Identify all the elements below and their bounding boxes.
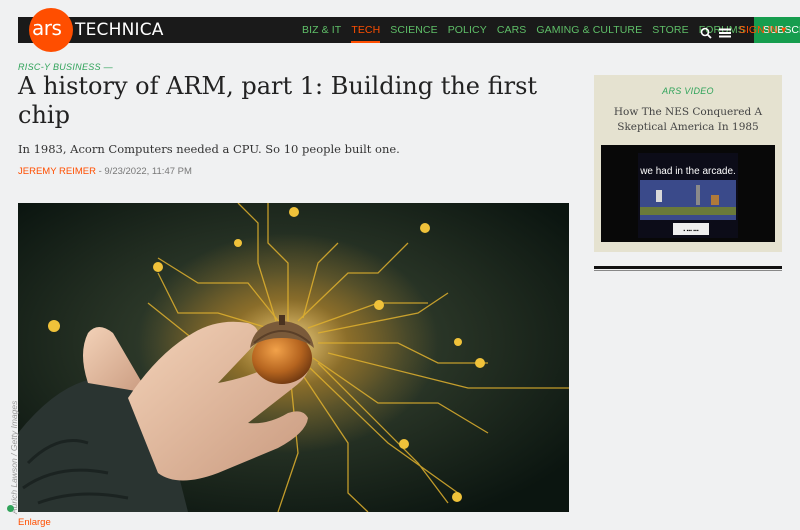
search-icon[interactable] xyxy=(700,24,712,39)
credit-info-icon[interactable] xyxy=(7,505,14,512)
article-headline: A history of ARM, part 1: Building the f… xyxy=(18,72,538,129)
publish-date: - 9/23/2022, 11:47 PM xyxy=(95,166,192,177)
nav-tools: SIGN IN ▾ xyxy=(700,17,786,43)
thumb-caption: we had in the arcade. xyxy=(639,166,736,177)
nav-item-tech[interactable]: TECH xyxy=(346,17,385,43)
hero-image[interactable] xyxy=(18,203,569,512)
thumb-bottom-text: ▪ ▪▪▪ ▪▪▪ xyxy=(683,228,698,234)
video-title[interactable]: How The NES Conquered A Skeptical Americ… xyxy=(604,105,772,135)
nav-item-gaming-culture[interactable]: GAMING & CULTURE xyxy=(531,17,647,43)
sidebar-divider xyxy=(594,266,782,269)
author-link[interactable]: JEREMY REIMER xyxy=(18,166,96,177)
image-credit-text: Aurich Lawson / Getty Images xyxy=(9,400,19,514)
menu-icon[interactable] xyxy=(719,24,731,38)
ars-video-widget: ARS VIDEO How The NES Conquered A Skepti… xyxy=(594,75,782,252)
image-credit: Aurich Lawson / Getty Images xyxy=(7,378,19,514)
sidebar-divider-thin xyxy=(594,270,782,271)
nav-item-store[interactable]: STORE xyxy=(647,17,693,43)
nav-item-science[interactable]: SCIENCE xyxy=(385,17,442,43)
logo-ars-text[interactable]: ars xyxy=(32,16,62,40)
site-header: ars TECHNICA BIZ & IT TECH SCIENCE POLIC… xyxy=(0,0,800,52)
article-dek: In 1983, Acorn Computers needed a CPU. S… xyxy=(18,142,400,156)
nav-item-policy[interactable]: POLICY xyxy=(443,17,492,43)
video-kicker[interactable]: ARS VIDEO xyxy=(594,86,782,96)
article-byline: JEREMY REIMER - 9/23/2022, 11:47 PM xyxy=(18,166,192,177)
nav-item-cars[interactable]: CARS xyxy=(492,17,532,43)
video-thumbnail-art: ▪ ▪▪▪ ▪▪▪ we had in the arcade. xyxy=(601,145,775,242)
sign-in-link[interactable]: SIGN IN ▾ xyxy=(739,24,786,36)
enlarge-link[interactable]: Enlarge xyxy=(18,517,51,528)
article-kicker[interactable]: RISC-Y BUSINESS — xyxy=(18,62,113,72)
nav-item-biz-it[interactable]: BIZ & IT xyxy=(297,17,346,43)
acorn-circuit-illustration xyxy=(18,203,569,512)
logo-technica-text[interactable]: TECHNICA xyxy=(75,20,164,40)
video-thumbnail[interactable]: ▪ ▪▪▪ ▪▪▪ we had in the arcade. xyxy=(601,145,775,242)
